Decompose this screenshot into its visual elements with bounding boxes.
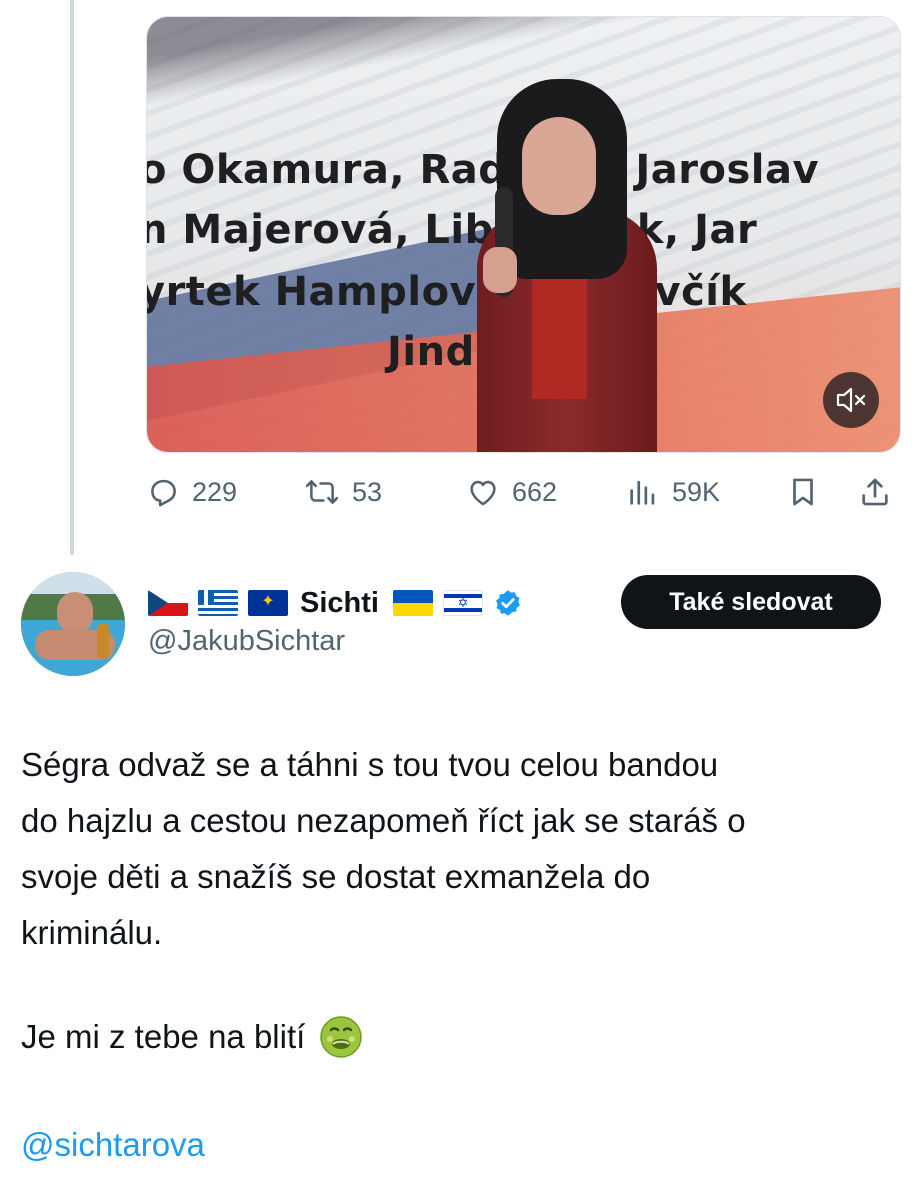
view-count: 59K xyxy=(672,476,721,507)
bookmark-button[interactable] xyxy=(786,470,820,514)
unmute-button[interactable] xyxy=(823,372,879,428)
nauseated-face-icon xyxy=(320,1016,363,1058)
author-handle[interactable]: @JakubSichtar xyxy=(148,625,345,658)
views-button[interactable]: 59K xyxy=(626,470,720,514)
reply-count: 229 xyxy=(192,476,238,507)
like-icon xyxy=(470,480,496,506)
share-icon xyxy=(862,478,888,506)
tweet-text-line: Je mi z tebe na blití xyxy=(21,1018,306,1055)
tweet-text: Ségra odvaž se a táhni s tou tvou celou … xyxy=(21,737,901,961)
repost-icon xyxy=(305,480,339,504)
tweet-action-bar: 229 53 662 59K xyxy=(146,470,899,514)
tweet-second-paragraph: Je mi z tebe na blití xyxy=(21,1009,363,1065)
thread-connector-line xyxy=(70,0,74,555)
reply-button[interactable]: 229 xyxy=(146,470,237,514)
tweet-text-line: do hajzlu a cestou nezapomeň říct jak se… xyxy=(21,802,746,839)
mention-link[interactable]: @sichtarova xyxy=(21,1117,205,1173)
reply-icon xyxy=(151,479,176,507)
verified-badge-icon xyxy=(495,590,520,616)
like-button[interactable]: 662 xyxy=(466,470,557,514)
speaker-woman xyxy=(477,79,677,452)
tweet-text-line: svoje děti a snažíš se dostat exmanžela … xyxy=(21,858,651,895)
tweet-video[interactable]: o Okamura, Rad iala, Jaroslav n Majerová… xyxy=(146,16,901,453)
tweet-text-line: Ségra odvaž se a táhni s tou tvou celou … xyxy=(21,746,719,783)
avatar[interactable] xyxy=(21,572,125,676)
share-button[interactable] xyxy=(858,470,892,514)
like-count: 662 xyxy=(512,476,558,507)
repost-count: 53 xyxy=(352,476,383,507)
flag-israel-icon: ✡ xyxy=(442,590,483,616)
speaker-face xyxy=(522,117,596,215)
author-name-row[interactable]: Sichti ✡ xyxy=(148,583,523,623)
speaker-hand xyxy=(483,247,517,293)
flag-ukraine-icon xyxy=(392,590,433,616)
bookmark-icon xyxy=(793,478,813,506)
flag-greece-icon xyxy=(198,590,238,616)
follow-button[interactable]: Také sledovat xyxy=(621,575,881,629)
flag-eu-icon xyxy=(248,590,288,616)
avatar-bottle xyxy=(97,624,109,658)
flag-czech-icon xyxy=(148,590,188,616)
tweet-text-line: kriminálu. xyxy=(21,914,163,951)
display-name[interactable]: Sichti xyxy=(300,587,379,620)
views-icon xyxy=(630,480,655,505)
avatar-head xyxy=(57,592,93,634)
repost-button[interactable]: 53 xyxy=(304,470,382,514)
speaker-muted-icon xyxy=(836,387,866,413)
